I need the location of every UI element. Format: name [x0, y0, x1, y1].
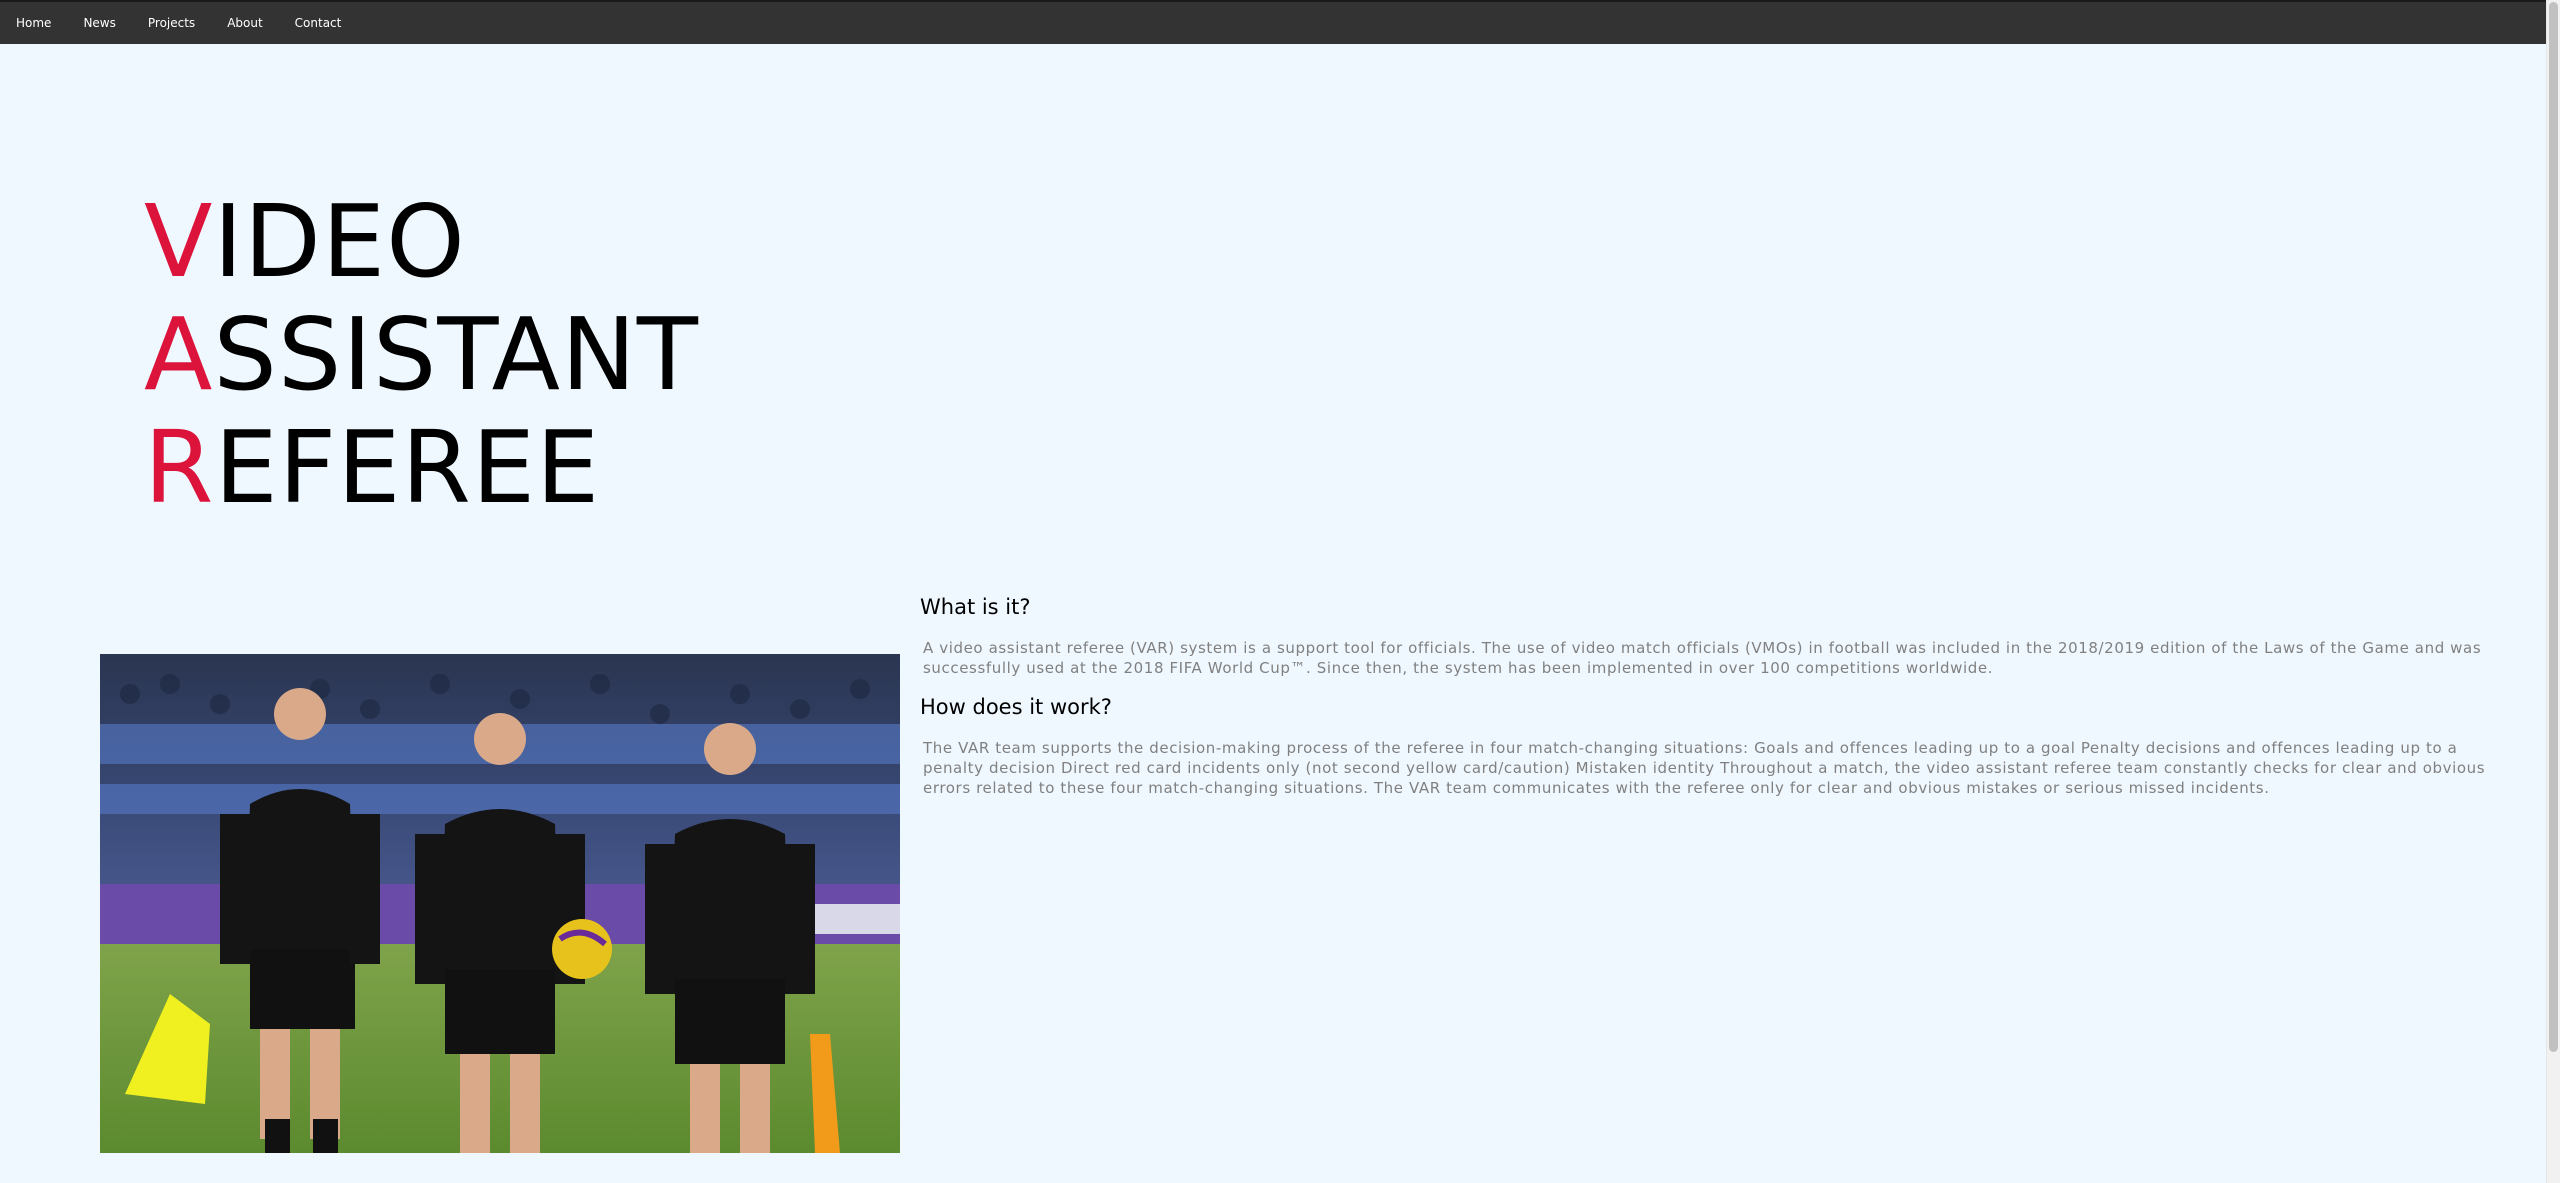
hero-title: VIDEO ASSISTANT REFEREE — [144, 185, 699, 524]
top-nav-bar: Home News Projects About Contact — [0, 0, 2546, 44]
hero-rest-assistant: SSISTANT — [213, 296, 699, 413]
hero-initial-v: V — [144, 183, 214, 300]
scrollbar-thumb[interactable] — [2549, 2, 2558, 1052]
hero-line-assistant: ASSISTANT — [144, 298, 699, 411]
vertical-scrollbar[interactable] — [2546, 0, 2560, 1183]
main-nav: Home News Projects About Contact — [0, 2, 2546, 44]
nav-contact-link[interactable]: Contact — [279, 2, 358, 44]
how-does-it-work-heading: How does it work? — [920, 695, 1112, 719]
nav-news-link[interactable]: News — [67, 2, 131, 44]
hero-initial-a: A — [144, 296, 214, 413]
var-info-content: What is it? A video assistant referee (V… — [920, 590, 2512, 810]
hero-line-referee: REFEREE — [144, 411, 699, 524]
nav-home-link[interactable]: Home — [0, 2, 67, 44]
hero-line-video: VIDEO — [144, 185, 699, 298]
what-is-it-text: A video assistant referee (VAR) system i… — [923, 639, 2482, 677]
what-is-it-heading: What is it? — [920, 595, 1031, 619]
hero-rest-video: IDEO — [213, 183, 466, 300]
nav-about-link[interactable]: About — [211, 2, 278, 44]
hero-initial-r: R — [144, 409, 215, 526]
referees-photo — [100, 654, 900, 1153]
hero-rest-referee: EFEREE — [214, 409, 601, 526]
nav-projects-link[interactable]: Projects — [132, 2, 211, 44]
how-does-it-work-text: The VAR team supports the decision-makin… — [923, 739, 2486, 797]
